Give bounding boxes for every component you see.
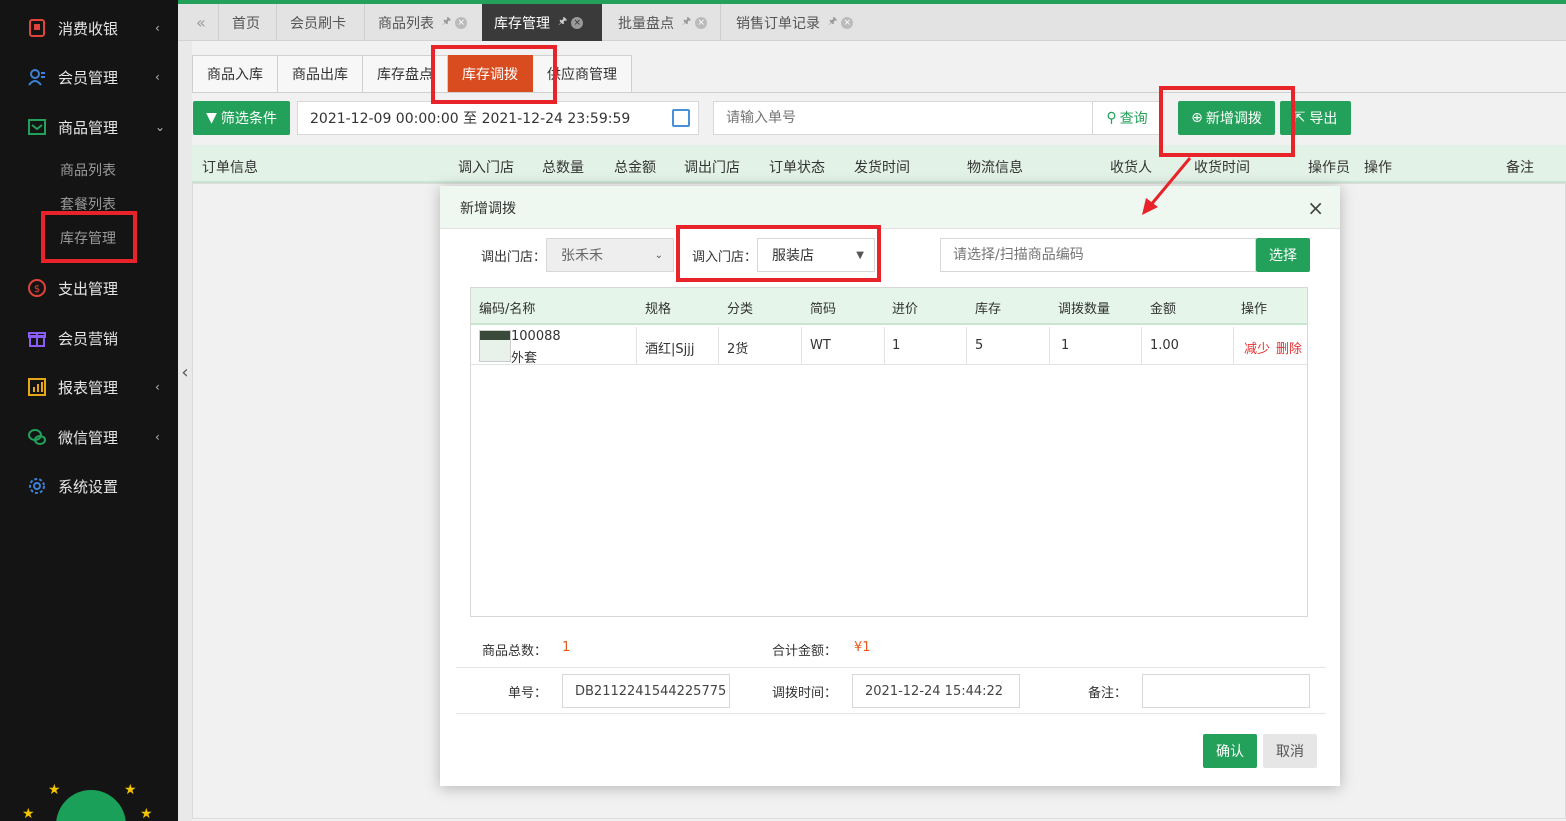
annotation-arrow <box>1142 157 1192 215</box>
